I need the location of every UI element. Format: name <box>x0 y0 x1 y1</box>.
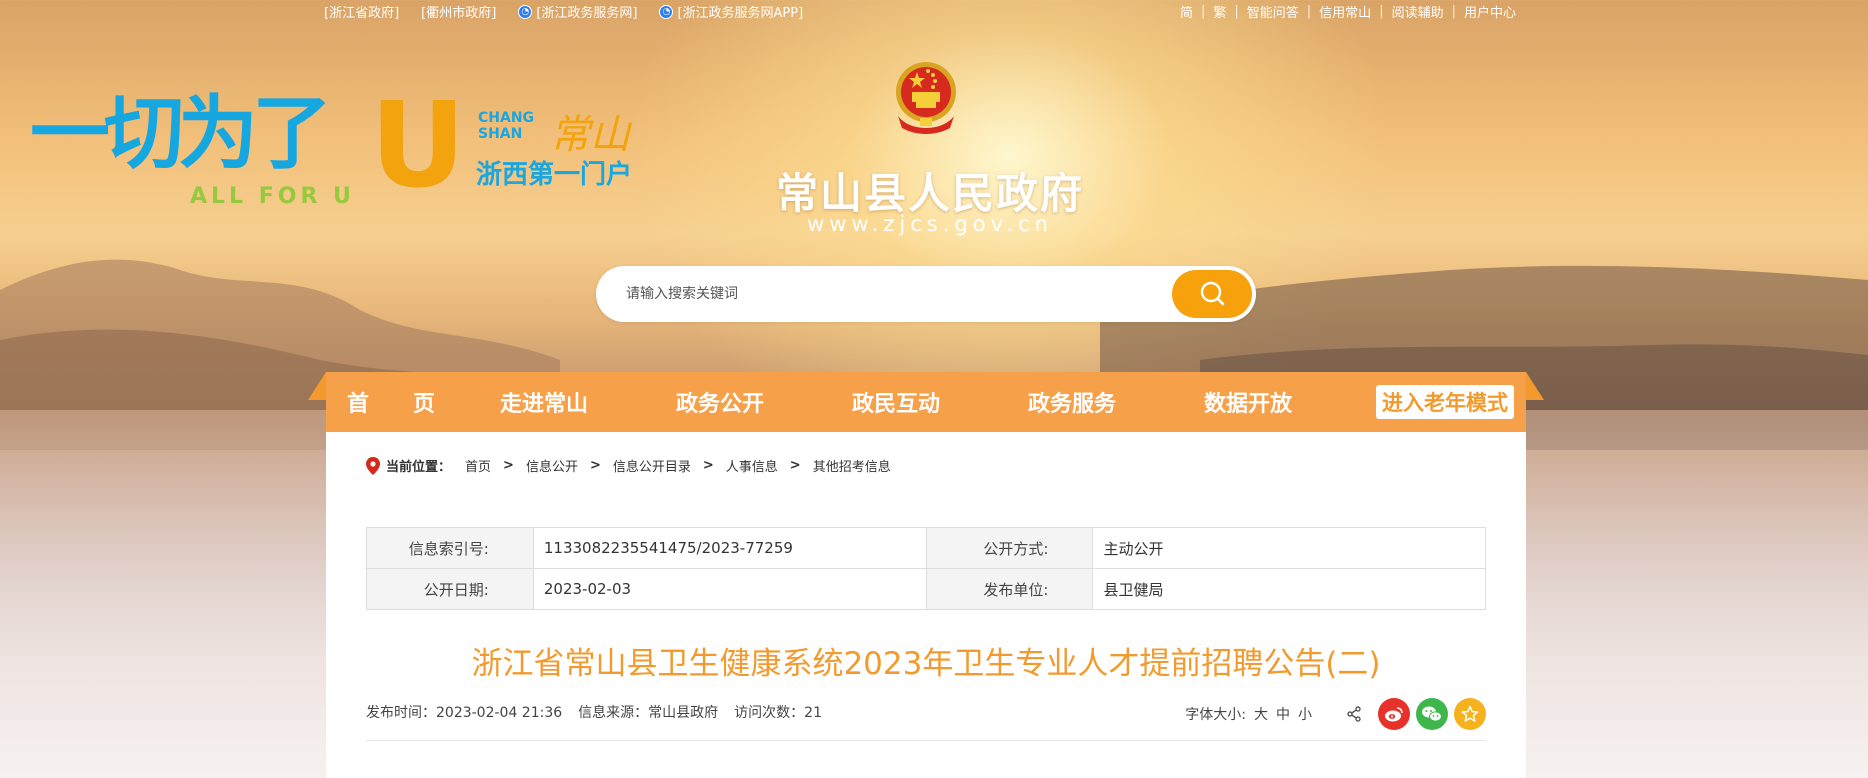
index-label: 信息索引号: <box>366 527 534 569</box>
link-zjzwfw[interactable]: ◔ [浙江政务服务网] <box>518 2 637 21</box>
font-size-label: 字体大小: <box>1185 707 1246 723</box>
method-label: 公开方式: <box>925 527 1094 569</box>
breadcrumb-info-public[interactable]: 信息公开 <box>526 456 578 475</box>
breadcrumb-recruitment[interactable]: 其他招考信息 <box>813 456 891 475</box>
weibo-icon <box>1385 707 1403 722</box>
main-navigation: 首 页 走进常山 政务公开 政民互动 政务服务 数据开放 进入老年模式 <box>308 372 1544 432</box>
star-icon <box>1461 705 1479 722</box>
separator: | <box>1200 4 1206 19</box>
search-button[interactable] <box>1172 270 1252 318</box>
share-icon[interactable] <box>1346 706 1362 722</box>
nav-gov-services[interactable]: 政务服务 <box>984 386 1160 418</box>
content-divider <box>366 740 1486 741</box>
link-zjzwfw-app-label: [浙江政务服务网APP] <box>677 6 804 21</box>
font-size-large[interactable]: 大 <box>1254 704 1268 724</box>
nav-bar: 首 页 走进常山 政务公开 政民互动 政务服务 数据开放 进入老年模式 <box>326 372 1526 432</box>
visit-count: 访问次数：21 <box>734 705 822 721</box>
link-zhejiang-gov[interactable]: [浙江省政府] <box>324 2 399 21</box>
nav-about-changshan[interactable]: 走进常山 <box>456 386 632 418</box>
site-url: www.zjcs.gov.cn <box>807 212 1053 236</box>
slogan-logo: 一切为了 U ALL FOR U CHANG SHAN 常山 浙西第一门户 <box>30 76 670 218</box>
separator: | <box>1379 4 1384 19</box>
slogan-changshan-calligraphy: 常山 <box>550 112 630 158</box>
top-link-bar: [浙江省政府] [衢州市政府] ◔ [浙江政务服务网] ◔ [浙江政务服务网AP… <box>0 0 1868 22</box>
nav-gov-affairs-open[interactable]: 政务公开 <box>632 386 808 418</box>
zwfw-logo-icon: ◔ <box>518 4 533 19</box>
wechat-share-button[interactable] <box>1416 698 1448 730</box>
slogan-gateway-text: 浙西第一门户 <box>476 160 633 190</box>
unit-label: 发布单位: <box>925 568 1094 610</box>
search-icon <box>1200 281 1225 306</box>
separator: | <box>1451 4 1456 19</box>
index-value: 1133082235541475/2023-77259 <box>532 527 927 569</box>
separator: | <box>1234 4 1239 19</box>
article-tools: 字体大小: 大 中 小 <box>1185 698 1486 730</box>
breadcrumb-separator: > <box>702 458 714 473</box>
nav-open-data[interactable]: 数据开放 <box>1160 386 1336 418</box>
link-zjzwfw-label: [浙江政务服务网] <box>536 6 638 21</box>
zwfw-app-logo-icon: ◔ <box>659 4 674 19</box>
font-size-medium[interactable]: 中 <box>1276 704 1290 724</box>
link-credit-changshan[interactable]: 信用常山 <box>1319 2 1371 21</box>
link-user-center[interactable]: 用户中心 <box>1464 2 1516 21</box>
national-emblem-icon <box>896 62 956 134</box>
breadcrumb-separator: > <box>503 458 514 473</box>
slogan-u-letter: U <box>370 76 466 214</box>
favorite-button[interactable] <box>1454 698 1486 730</box>
breadcrumb-separator: > <box>589 458 601 473</box>
external-links: [浙江省政府] [衢州市政府] ◔ [浙江政务服务网] ◔ [浙江政务服务网AP… <box>324 2 803 21</box>
separator: | <box>1306 4 1312 19</box>
link-simplified[interactable]: 简 <box>1180 2 1193 21</box>
slogan-changshan-en: CHANG SHAN <box>478 110 535 142</box>
article-title: 浙江省常山县卫生健康系统2023年卫生专业人才提前招聘公告(二) <box>471 646 1381 682</box>
info-source: 信息来源：常山县政府 <box>578 705 719 721</box>
search-bar <box>596 266 1256 322</box>
nav-interaction[interactable]: 政民互动 <box>808 386 984 418</box>
link-quzhou-gov[interactable]: [衢州市政府] <box>421 2 496 21</box>
breadcrumb-label: 当前位置： <box>386 460 452 475</box>
method-value: 主动公开 <box>1092 527 1486 569</box>
link-zjzwfw-app[interactable]: ◔ [浙江政务服务网APP] <box>659 2 803 21</box>
wechat-icon <box>1422 706 1442 722</box>
nav-home[interactable]: 首 页 <box>326 386 456 418</box>
info-meta-table: 信息索引号: 1133082235541475/2023-77259 公开方式:… <box>366 527 1486 610</box>
article-info: 发布时间：2023-02-04 21:36 信息来源：常山县政府 访问次数：21 <box>366 702 822 722</box>
breadcrumb-info-catalog[interactable]: 信息公开目录 <box>613 456 691 475</box>
weibo-share-button[interactable] <box>1378 698 1410 730</box>
link-reading-aid[interactable]: 阅读辅助 <box>1392 2 1444 21</box>
nav-right-ear <box>1526 372 1544 400</box>
font-size-small[interactable]: 小 <box>1298 704 1312 724</box>
unit-value: 县卫健局 <box>1092 568 1486 610</box>
publish-time: 发布时间：2023-02-04 21:36 <box>366 705 563 721</box>
table-row: 信息索引号: 1133082235541475/2023-77259 公开方式:… <box>366 527 1486 569</box>
slogan-sub-text: ALL FOR U <box>190 184 355 209</box>
breadcrumb-separator: > <box>789 458 801 473</box>
breadcrumb-home[interactable]: 首页 <box>465 456 491 475</box>
breadcrumb-personnel[interactable]: 人事信息 <box>726 456 778 475</box>
breadcrumb: 当前位置： 首页 > 信息公开 > 信息公开目录 > 人事信息 > 其他招考信息 <box>366 456 891 475</box>
content-panel: 当前位置： 首页 > 信息公开 > 信息公开目录 > 人事信息 > 其他招考信息… <box>326 432 1526 778</box>
location-pin-icon <box>366 456 380 475</box>
date-label: 公开日期: <box>366 568 534 610</box>
date-value: 2023-02-03 <box>532 568 927 610</box>
search-input[interactable] <box>626 286 1172 302</box>
nav-left-ear <box>308 372 326 400</box>
table-row: 公开日期: 2023-02-03 发布单位: 县卫健局 <box>366 568 1486 610</box>
link-traditional[interactable]: 繁 <box>1213 2 1226 21</box>
elder-mode-button[interactable]: 进入老年模式 <box>1376 385 1514 419</box>
link-smart-qa[interactable]: 智能问答 <box>1247 2 1299 21</box>
utility-links: 简 | 繁 | 智能问答 | 信用常山 | 阅读辅助 | 用户中心 <box>1180 2 1516 21</box>
slogan-main-text: 一切为了 <box>30 86 332 180</box>
